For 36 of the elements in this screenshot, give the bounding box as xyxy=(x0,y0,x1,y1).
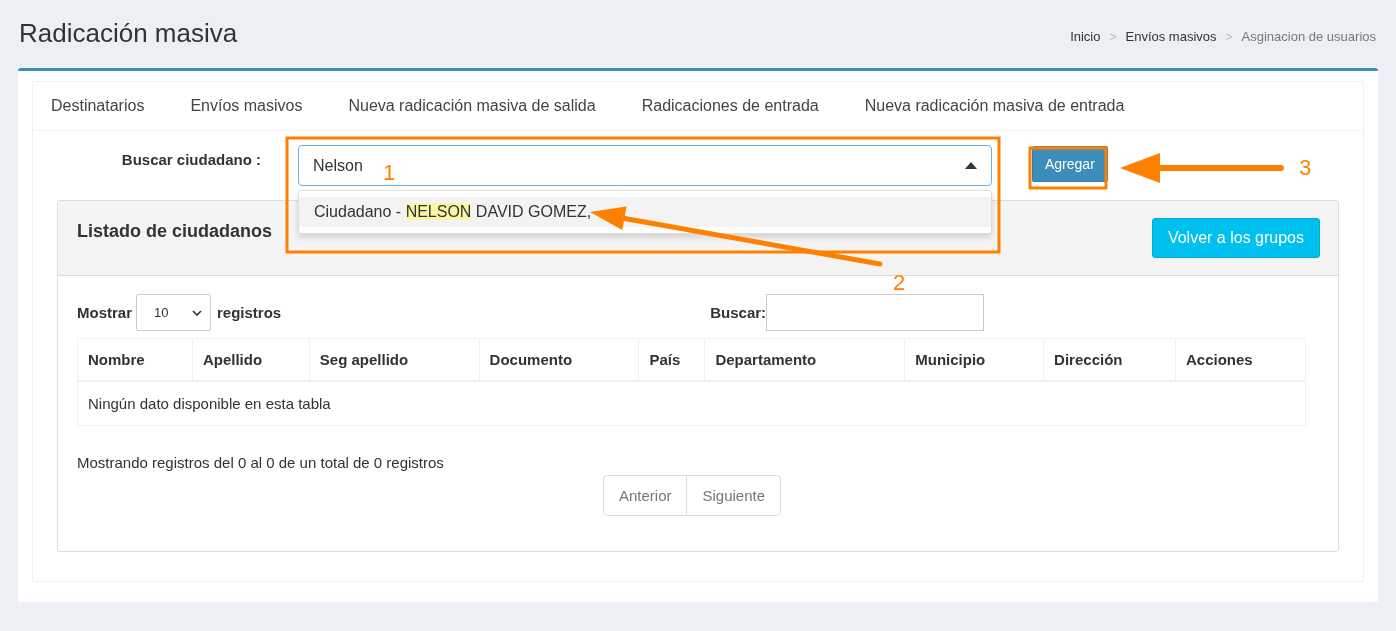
breadcrumb-link[interactable]: Asginacion de usuarios xyxy=(1241,29,1376,44)
search-field[interactable] xyxy=(766,294,985,331)
add-button[interactable]: Agregar xyxy=(1032,146,1108,182)
column-header[interactable]: Departamento xyxy=(704,338,905,381)
annotation-number: 1 xyxy=(383,160,396,185)
column-header[interactable]: Acciones xyxy=(1175,338,1306,381)
table-info: Mostrando registros del 0 al 0 de un total de 0 registros xyxy=(77,454,445,471)
tab[interactable]: Nueva radicación masiva de entrada xyxy=(846,82,1143,130)
panel-title: Listado de ciudadanos xyxy=(77,220,273,242)
column-header[interactable]: Documento xyxy=(479,338,639,381)
show-label: Mostrar xyxy=(77,304,132,321)
column-header[interactable]: Seg apellido xyxy=(309,338,480,381)
tab[interactable]: Envíos masivos xyxy=(172,82,321,130)
column-header[interactable]: Municipio xyxy=(904,338,1044,381)
dropdown-option[interactable]: Ciudadano - NELSON DAVID GOMEZ, xyxy=(299,197,991,227)
breadcrumb-link[interactable]: Envíos masivos xyxy=(1125,29,1217,44)
annotation-number: 3 xyxy=(1299,155,1312,180)
records-label: registros xyxy=(217,304,282,321)
caret-up-icon xyxy=(965,162,977,169)
page-size-select[interactable]: 10 xyxy=(136,294,211,331)
search-label: Buscar: xyxy=(710,304,767,321)
column-header[interactable]: Apellido xyxy=(192,338,310,381)
column-header[interactable]: Dirección xyxy=(1043,338,1176,381)
chevron-down-icon xyxy=(192,309,202,316)
search-label: Buscar ciudadano : xyxy=(120,150,261,168)
column-header[interactable]: País xyxy=(638,338,705,381)
breadcrumb-link[interactable]: Inicio xyxy=(1070,29,1101,44)
annotation-number: 2 xyxy=(893,270,906,295)
column-header[interactable]: Nombre xyxy=(77,338,193,381)
empty-message: Ningún dato disponible en esta tabla xyxy=(77,381,1306,426)
tab[interactable]: Radicaciones de entrada xyxy=(623,82,837,130)
page-title: Radicación masiva xyxy=(19,18,238,49)
tab[interactable]: Nueva radicación masiva de salida xyxy=(330,82,614,130)
breadcrumb-separator: > xyxy=(1109,29,1117,44)
tab[interactable]: Destinatarios xyxy=(33,82,163,130)
breadcrumb-separator: > xyxy=(1225,29,1233,44)
